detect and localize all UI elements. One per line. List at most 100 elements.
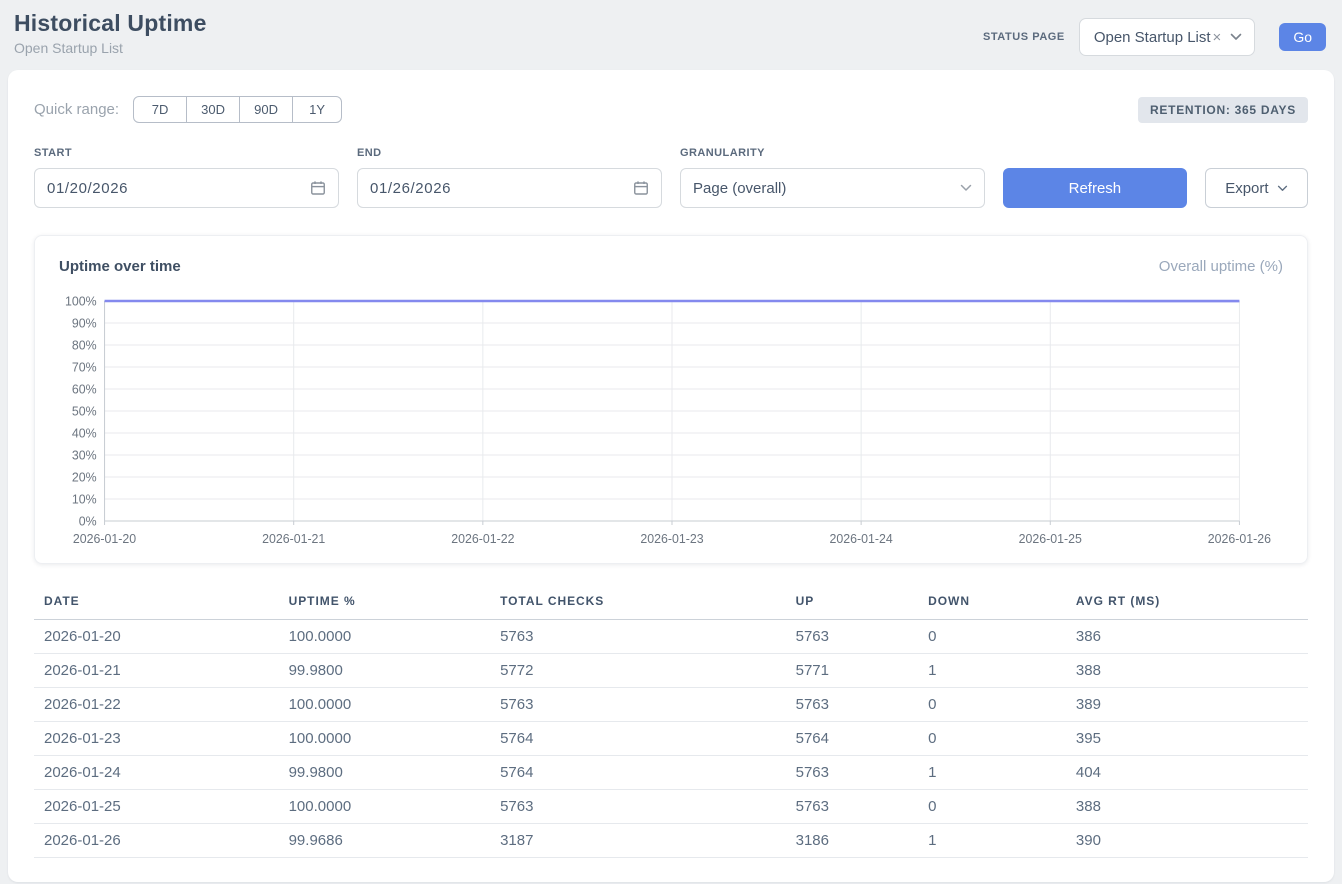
- svg-text:2026-01-20: 2026-01-20: [73, 532, 136, 546]
- svg-text:0%: 0%: [79, 514, 97, 528]
- table-cell: 5763: [490, 688, 786, 722]
- export-button[interactable]: Export: [1205, 168, 1308, 208]
- uptime-chart-svg: 0%10%20%30%40%50%60%70%80%90%100%2026-01…: [59, 289, 1283, 549]
- table-column-header: AVG RT (MS): [1066, 586, 1308, 620]
- table-cell: 5763: [490, 620, 786, 654]
- table-cell: 5763: [490, 790, 786, 824]
- calendar-icon[interactable]: [633, 180, 649, 196]
- page-heading: Historical Uptime Open Startup List: [14, 10, 207, 56]
- chart-header: Uptime over time Overall uptime (%): [59, 258, 1283, 275]
- table-cell: 5763: [786, 790, 918, 824]
- table-cell: 2026-01-23: [34, 722, 279, 756]
- table-cell: 0: [918, 620, 1066, 654]
- table-cell: 395: [1066, 722, 1308, 756]
- table-column-header: UPTIME %: [279, 586, 490, 620]
- table-cell: 2026-01-20: [34, 620, 279, 654]
- table-cell: 2026-01-26: [34, 824, 279, 858]
- page-title: Historical Uptime: [14, 10, 207, 37]
- calendar-icon[interactable]: [310, 180, 326, 196]
- table-cell: 5763: [786, 756, 918, 790]
- chart-title: Uptime over time: [59, 258, 181, 275]
- table-cell: 388: [1066, 654, 1308, 688]
- uptime-table-wrap: DATEUPTIME %TOTAL CHECKSUPDOWNAVG RT (MS…: [34, 586, 1308, 858]
- table-cell: 5771: [786, 654, 918, 688]
- table-row: 2026-01-25100.0000576357630388: [34, 790, 1308, 824]
- table-cell: 100.0000: [279, 620, 490, 654]
- table-cell: 2026-01-21: [34, 654, 279, 688]
- svg-text:10%: 10%: [72, 492, 97, 506]
- table-cell: 1: [918, 654, 1066, 688]
- start-date-input[interactable]: 01/20/2026: [34, 168, 339, 208]
- table-cell: 99.9686: [279, 824, 490, 858]
- table-cell: 100.0000: [279, 722, 490, 756]
- table-cell: 3187: [490, 824, 786, 858]
- go-button[interactable]: Go: [1279, 23, 1326, 51]
- svg-text:70%: 70%: [72, 360, 97, 374]
- table-column-header: DOWN: [918, 586, 1066, 620]
- table-cell: 100.0000: [279, 688, 490, 722]
- table-cell: 5764: [490, 756, 786, 790]
- end-date-input[interactable]: 01/26/2026: [357, 168, 662, 208]
- svg-text:2026-01-22: 2026-01-22: [451, 532, 514, 546]
- quick-range-90d[interactable]: 90D: [239, 96, 293, 123]
- chart-axis-caption: Overall uptime (%): [1159, 258, 1283, 275]
- svg-text:2026-01-23: 2026-01-23: [640, 532, 703, 546]
- end-date-label: END: [357, 147, 662, 159]
- end-date-field: END 01/26/2026: [357, 147, 662, 208]
- start-date-value: 01/20/2026: [47, 180, 128, 197]
- table-row: 2026-01-2499.9800576457631404: [34, 756, 1308, 790]
- end-date-value: 01/26/2026: [370, 180, 451, 197]
- table-cell: 390: [1066, 824, 1308, 858]
- status-page-label: STATUS PAGE: [983, 31, 1065, 43]
- svg-text:100%: 100%: [65, 294, 97, 308]
- granularity-field: GRANULARITY Page (overall): [680, 147, 985, 208]
- table-cell: 5763: [786, 620, 918, 654]
- controls-row: START 01/20/2026 END 01/26/2026: [34, 147, 1308, 208]
- granularity-select[interactable]: Page (overall): [680, 168, 985, 208]
- page-subtitle: Open Startup List: [14, 40, 207, 56]
- table-cell: 386: [1066, 620, 1308, 654]
- status-page-select[interactable]: Open Startup List ×: [1079, 18, 1256, 56]
- start-date-field: START 01/20/2026: [34, 147, 339, 208]
- start-date-label: START: [34, 147, 339, 159]
- quick-range-1y[interactable]: 1Y: [292, 96, 342, 123]
- table-cell: 5764: [490, 722, 786, 756]
- quick-range-7d[interactable]: 7D: [133, 96, 187, 123]
- table-cell: 1: [918, 824, 1066, 858]
- svg-text:2026-01-21: 2026-01-21: [262, 532, 325, 546]
- table-cell: 0: [918, 688, 1066, 722]
- chevron-down-icon: [1230, 33, 1242, 41]
- status-page-select-value: Open Startup List: [1094, 29, 1211, 46]
- svg-text:50%: 50%: [72, 404, 97, 418]
- table-column-header: UP: [786, 586, 918, 620]
- table-cell: 100.0000: [279, 790, 490, 824]
- refresh-button[interactable]: Refresh: [1003, 168, 1187, 208]
- clear-x-icon[interactable]: ×: [1213, 29, 1222, 46]
- svg-text:30%: 30%: [72, 448, 97, 462]
- export-button-label: Export: [1225, 180, 1268, 197]
- svg-text:40%: 40%: [72, 426, 97, 440]
- table-row: 2026-01-20100.0000576357630386: [34, 620, 1308, 654]
- chevron-down-icon: [960, 184, 972, 192]
- table-cell: 99.9800: [279, 756, 490, 790]
- svg-text:2026-01-26: 2026-01-26: [1208, 532, 1271, 546]
- retention-badge: RETENTION: 365 DAYS: [1138, 97, 1308, 123]
- table-row: 2026-01-23100.0000576457640395: [34, 722, 1308, 756]
- quick-range-group: 7D 30D 90D 1Y: [133, 96, 342, 123]
- quick-range-30d[interactable]: 30D: [186, 96, 240, 123]
- quick-range-label: Quick range:: [34, 101, 119, 118]
- table-cell: 404: [1066, 756, 1308, 790]
- svg-text:2026-01-25: 2026-01-25: [1019, 532, 1082, 546]
- table-cell: 99.9800: [279, 654, 490, 688]
- svg-text:90%: 90%: [72, 316, 97, 330]
- quick-range-row: Quick range: 7D 30D 90D 1Y RETENTION: 36…: [34, 96, 1308, 123]
- chevron-down-icon: [1277, 185, 1288, 192]
- granularity-value: Page (overall): [693, 180, 786, 197]
- granularity-label: GRANULARITY: [680, 147, 985, 159]
- table-row: 2026-01-2699.9686318731861390: [34, 824, 1308, 858]
- uptime-chart-card: Uptime over time Overall uptime (%) 0% 10…: [34, 235, 1308, 564]
- svg-text:60%: 60%: [72, 382, 97, 396]
- svg-text:2026-01-24: 2026-01-24: [830, 532, 893, 546]
- table-row: 2026-01-22100.0000576357630389: [34, 688, 1308, 722]
- table-cell: 1: [918, 756, 1066, 790]
